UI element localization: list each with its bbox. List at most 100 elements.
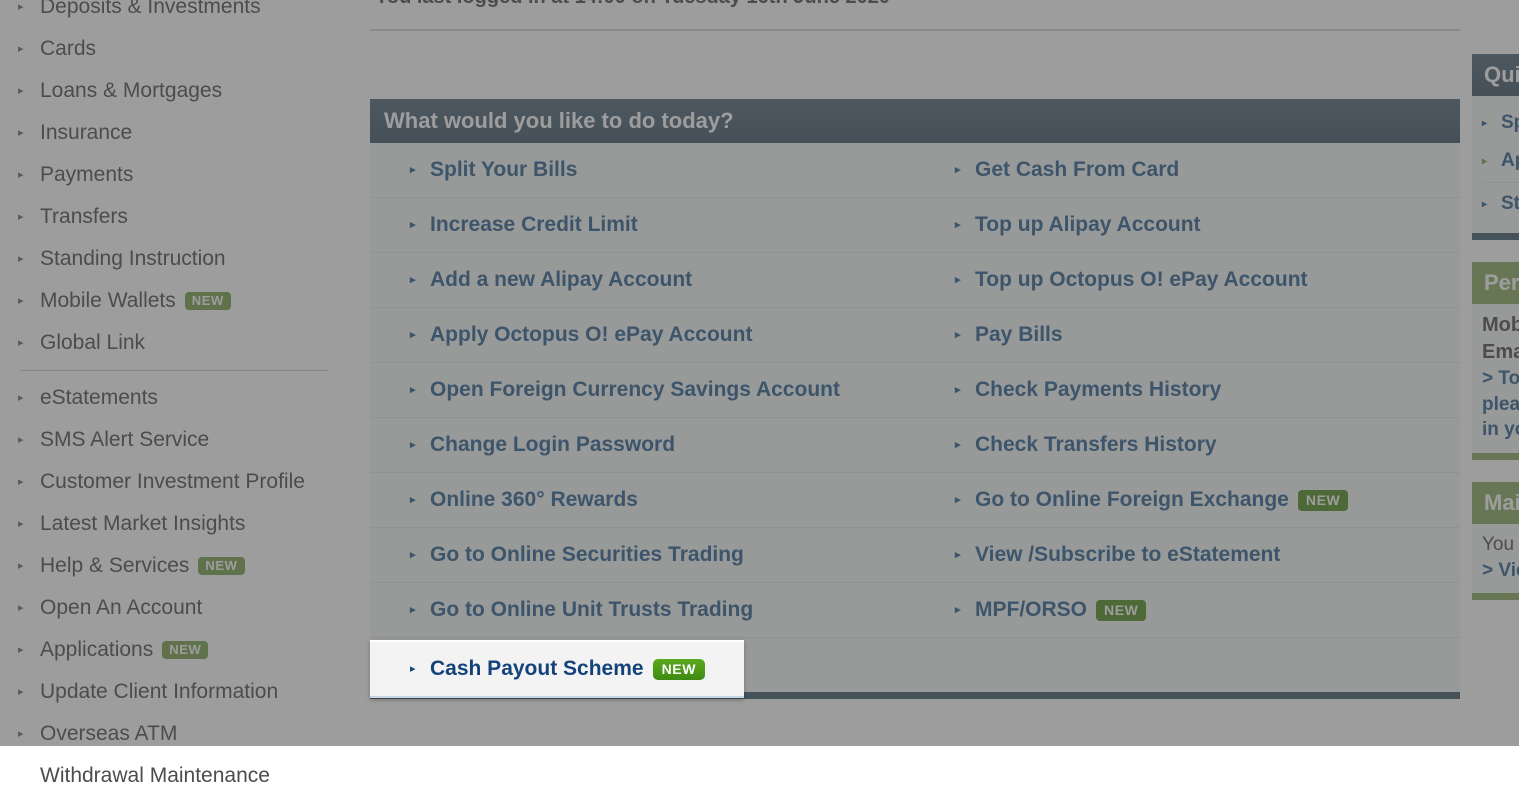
quick-link-apply-now[interactable]: ▸ Apply Now bbox=[1482, 142, 1519, 180]
sidebar-item-payments[interactable]: ▸ Payments bbox=[10, 154, 340, 196]
chevron-right-icon: ▸ bbox=[18, 44, 32, 55]
sidebar-item-deposits-investments[interactable]: ▸ Deposits & Investments bbox=[10, 0, 340, 28]
sidebar-item-label: Transfers bbox=[40, 205, 128, 229]
mailbox-message-count: You have no new messages bbox=[1482, 532, 1519, 558]
sidebar-item-label: Open An Account bbox=[40, 596, 202, 620]
action-change-login-password[interactable]: ▸ Change Login Password bbox=[370, 418, 915, 472]
sidebar-item-label: Standing Instruction bbox=[40, 247, 226, 271]
action-get-cash-from-card[interactable]: ▸ Get Cash From Card bbox=[915, 143, 1460, 197]
sidebar-item-cards[interactable]: ▸ Cards bbox=[10, 28, 340, 70]
sidebar-item-label: Overseas ATM bbox=[40, 722, 177, 746]
chevron-right-icon: ▸ bbox=[410, 495, 423, 506]
action-label: Increase Credit Limit bbox=[430, 213, 638, 237]
action-add-a-new-alipay-account[interactable]: ▸ Add a new Alipay Account bbox=[370, 253, 915, 307]
new-badge: NEW bbox=[198, 557, 244, 575]
action-online-360-rewards[interactable]: ▸ Online 360° Rewards bbox=[370, 473, 915, 527]
action-label: Check Payments History bbox=[975, 378, 1221, 402]
chevron-right-icon: ▸ bbox=[1482, 199, 1494, 210]
quick-link-label: Statements bbox=[1501, 193, 1519, 215]
action-top-up-alipay-account[interactable]: ▸ Top up Alipay Account bbox=[915, 198, 1460, 252]
table-row: ▸ Apply Octopus O! ePay Account ▸ Pay Bi… bbox=[370, 307, 1460, 362]
chevron-right-icon: ▸ bbox=[18, 561, 32, 572]
chevron-right-icon: ▸ bbox=[18, 687, 32, 698]
chevron-right-icon: ▸ bbox=[955, 440, 968, 451]
action-go-to-online-foreign-exchange[interactable]: ▸ Go to Online Foreign Exchange NEW bbox=[915, 473, 1460, 527]
personal-note-line-1[interactable]: > To update your records bbox=[1482, 366, 1519, 392]
table-row: ▸ Go to Online Securities Trading ▸ View… bbox=[370, 527, 1460, 582]
chevron-right-icon: ▸ bbox=[18, 128, 32, 139]
chevron-right-icon: ▸ bbox=[18, 296, 32, 307]
quick-link-split-your-bills[interactable]: ▸ Split Your Bills bbox=[1482, 104, 1519, 142]
action-open-foreign-currency-savings-account[interactable]: ▸ Open Foreign Currency Savings Account bbox=[370, 363, 915, 417]
personal-note-line-2: please confirm the details bbox=[1482, 392, 1519, 418]
action-label: Apply Octopus O! ePay Account bbox=[430, 323, 752, 347]
sidebar-item-withdrawal-maintenance[interactable]: ▸ Withdrawal Maintenance bbox=[10, 755, 340, 797]
sidebar-item-standing-instruction[interactable]: ▸ Standing Instruction bbox=[10, 238, 340, 280]
sidebar-item-sms-alert-service[interactable]: ▸ SMS Alert Service bbox=[10, 419, 340, 461]
sidebar-item-overseas-atm[interactable]: ▸ Overseas ATM bbox=[10, 713, 340, 755]
chevron-right-icon: ▸ bbox=[955, 495, 968, 506]
sidebar-item-label: Help & Services bbox=[40, 554, 189, 578]
action-label: Open Foreign Currency Savings Account bbox=[430, 378, 840, 402]
sidebar-item-customer-investment-profile[interactable]: ▸ Customer Investment Profile bbox=[10, 461, 340, 503]
table-row: ▸ Go to Online Unit Trusts Trading ▸ MPF… bbox=[370, 582, 1460, 637]
sidebar-item-open-an-account[interactable]: ▸ Open An Account bbox=[10, 587, 340, 629]
action-go-to-online-securities-trading[interactable]: ▸ Go to Online Securities Trading bbox=[370, 528, 915, 582]
quick-links-title: Quick Links bbox=[1472, 54, 1519, 96]
sidebar-item-label: eStatements bbox=[40, 386, 158, 410]
action-label: Get Cash From Card bbox=[975, 158, 1179, 182]
table-row: ▸ Add a new Alipay Account ▸ Top up Octo… bbox=[370, 252, 1460, 307]
chevron-right-icon: ▸ bbox=[955, 275, 968, 286]
sidebar-item-label: Cards bbox=[40, 37, 96, 61]
chevron-right-icon: ▸ bbox=[1482, 156, 1494, 167]
action-apply-octopus-epay-account[interactable]: ▸ Apply Octopus O! ePay Account bbox=[370, 308, 915, 362]
action-mpf-orso[interactable]: ▸ MPF/ORSO NEW bbox=[915, 583, 1460, 637]
action-label: Go to Online Securities Trading bbox=[430, 543, 744, 567]
sidebar-item-update-client-information[interactable]: ▸ Update Client Information bbox=[10, 671, 340, 713]
sidebar-item-applications[interactable]: ▸ Applications NEW bbox=[10, 629, 340, 671]
sidebar-item-label: Global Link bbox=[40, 331, 145, 355]
mailbox-title: Mailbox bbox=[1472, 482, 1519, 524]
main-content: You last logged in at 14:00 on Tuesday 1… bbox=[370, 0, 1460, 699]
action-split-your-bills[interactable]: ▸ Split Your Bills bbox=[370, 143, 915, 197]
chevron-right-icon: ▸ bbox=[18, 519, 32, 530]
sidebar-item-insurance[interactable]: ▸ Insurance bbox=[10, 112, 340, 154]
action-go-to-online-unit-trusts-trading[interactable]: ▸ Go to Online Unit Trusts Trading bbox=[370, 583, 915, 637]
sidebar-item-transfers[interactable]: ▸ Transfers bbox=[10, 196, 340, 238]
sidebar-item-label: Latest Market Insights bbox=[40, 512, 245, 536]
sidebar-item-mobile-wallets[interactable]: ▸ Mobile Wallets NEW bbox=[10, 280, 340, 322]
highlighted-action-cash-payout-scheme[interactable]: ▸ Cash Payout Scheme NEW bbox=[370, 640, 744, 698]
quick-link-label: Split Your Bills bbox=[1501, 112, 1519, 134]
sidebar-item-label: Loans & Mortgages bbox=[40, 79, 222, 103]
sidebar-item-latest-market-insights[interactable]: ▸ Latest Market Insights bbox=[10, 503, 340, 545]
action-increase-credit-limit[interactable]: ▸ Increase Credit Limit bbox=[370, 198, 915, 252]
table-row: ▸ Change Login Password ▸ Check Transfer… bbox=[370, 417, 1460, 472]
quick-link-statements[interactable]: ▸ Statements bbox=[1482, 185, 1519, 223]
chevron-right-icon: ▸ bbox=[955, 165, 968, 176]
chevron-right-icon: ▸ bbox=[18, 254, 32, 265]
todo-panel-title: What would you like to do today? bbox=[370, 99, 1460, 143]
action-check-transfers-history[interactable]: ▸ Check Transfers History bbox=[915, 418, 1460, 472]
mailbox-view-all-link[interactable]: > View all bbox=[1482, 558, 1519, 584]
sidebar-item-global-link[interactable]: ▸ Global Link bbox=[10, 322, 340, 364]
action-pay-bills[interactable]: ▸ Pay Bills bbox=[915, 308, 1460, 362]
chevron-right-icon: ▸ bbox=[18, 729, 32, 740]
chevron-right-icon: ▸ bbox=[410, 385, 423, 396]
action-top-up-octopus-epay-account[interactable]: ▸ Top up Octopus O! ePay Account bbox=[915, 253, 1460, 307]
todo-panel-body: ▸ Split Your Bills ▸ Get Cash From Card … bbox=[370, 143, 1460, 699]
quick-link-label: Apply Now bbox=[1501, 150, 1519, 172]
sidebar-item-label: Deposits & Investments bbox=[40, 0, 261, 19]
sidebar-item-loans-mortgages[interactable]: ▸ Loans & Mortgages bbox=[10, 70, 340, 112]
sidebar-item-help-services[interactable]: ▸ Help & Services NEW bbox=[10, 545, 340, 587]
action-label: MPF/ORSO bbox=[975, 598, 1087, 622]
sidebar-item-estatements[interactable]: ▸ eStatements bbox=[10, 377, 340, 419]
todo-panel: What would you like to do today? ▸ Split… bbox=[370, 99, 1460, 699]
chevron-right-icon: ▸ bbox=[410, 220, 423, 231]
chevron-right-icon: ▸ bbox=[410, 330, 423, 341]
action-view-subscribe-to-estatement[interactable]: ▸ View /Subscribe to eStatement bbox=[915, 528, 1460, 582]
sidebar-group-primary: ▸ Deposits & Investments ▸ Cards ▸ Loans… bbox=[10, 0, 340, 364]
mailbox-card: Mailbox You have no new messages > View … bbox=[1472, 482, 1519, 600]
table-row: ▸ Online 360° Rewards ▸ Go to Online For… bbox=[370, 472, 1460, 527]
action-check-payments-history[interactable]: ▸ Check Payments History bbox=[915, 363, 1460, 417]
chevron-right-icon: ▸ bbox=[18, 170, 32, 181]
